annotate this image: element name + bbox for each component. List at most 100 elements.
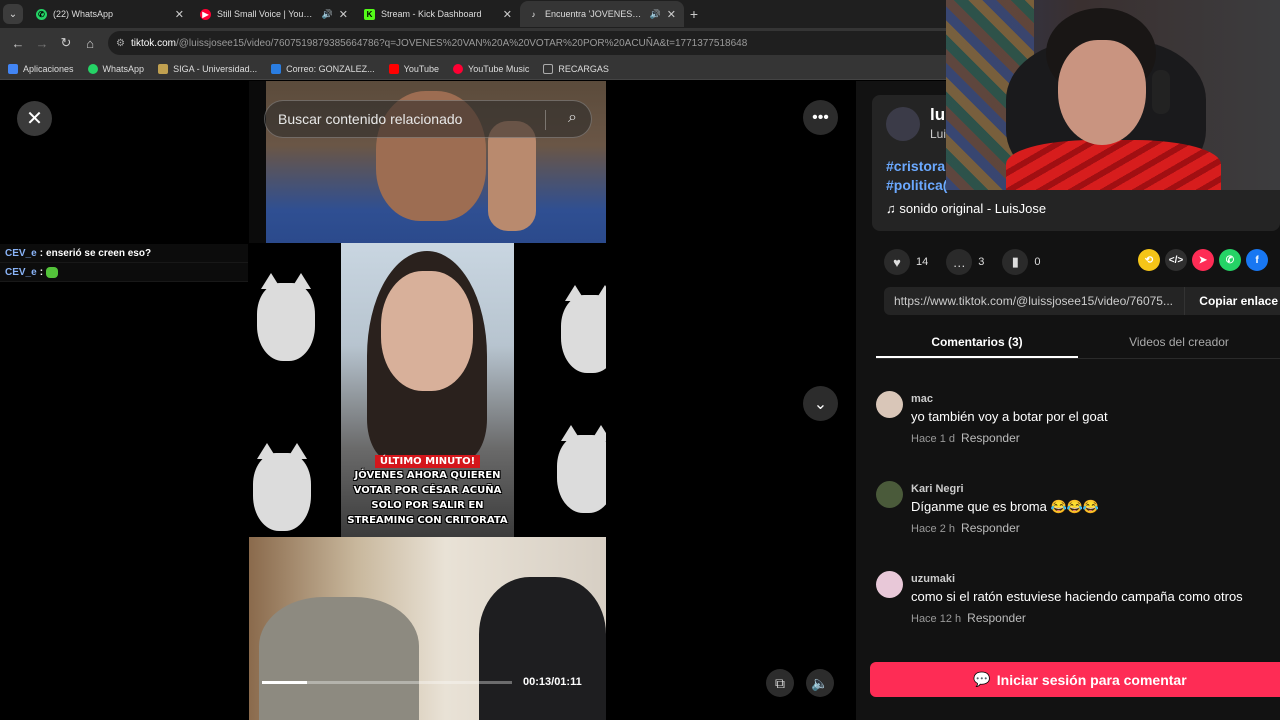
volume-icon: 🔈 [811,674,829,691]
home-icon[interactable]: ⌂ [78,31,102,55]
hashtag-link[interactable]: #politica( [886,176,947,195]
avatar[interactable] [876,571,903,598]
send-icon[interactable]: ➤ [1192,249,1214,271]
mail-icon [271,63,282,74]
bookmark-item[interactable]: RECARGAS [543,63,609,74]
facebook-icon[interactable]: f [1246,249,1268,271]
comment-username[interactable]: Kari Negri [911,483,964,495]
youtube-music-icon [453,63,464,74]
comment-username[interactable]: mac [911,393,933,405]
bookmark-label: RECARGAS [558,63,609,74]
comment-time: Hace 2 h [911,523,956,535]
floating-player-button[interactable]: ⧉ [766,669,794,697]
video-frame-bottom [249,537,606,720]
youtube-icon [388,63,399,74]
whatsapp-icon[interactable]: ✆ [1219,249,1241,271]
forward-arrow-icon[interactable]: → [30,31,54,55]
speaker-icon[interactable]: 🔊 [650,9,661,20]
creator-name[interactable]: lu [930,105,945,125]
save-count: 0 [1034,256,1041,268]
comment-text: yo también voy a botar por el goat [911,409,1108,424]
reply-button[interactable]: Responder [961,431,1020,445]
video-progress-fill [262,681,307,684]
close-tab-icon[interactable]: ✕ [503,8,512,21]
next-video-button[interactable]: ⌄ [803,386,838,421]
close-tab-icon[interactable]: ✕ [175,8,184,21]
breaking-news-tag: ÚLTIMO MINUTO! [374,455,481,468]
close-tab-icon[interactable]: ✕ [667,8,676,21]
chat-username: CEV_e [5,247,37,259]
bookmark-item[interactable]: YouTube Music [453,63,529,74]
related-search-input[interactable]: Buscar contenido relacionado ⌕ [264,100,592,138]
close-video-button[interactable]: ✕ [17,101,52,136]
login-label: Iniciar sesión para comentar [996,671,1187,688]
bookmark-item[interactable]: Aplicaciones [8,63,74,74]
volume-button[interactable]: 🔈 [806,669,834,697]
address-bar[interactable]: ⚙ tiktok.com/@luissjosee15/video/7607519… [108,31,998,55]
bookmark-item[interactable]: SIGA - Universidad... [158,63,258,74]
bookmark-label: Correo: GONZALEZ... [286,63,375,74]
apps-grid-icon [8,63,18,74]
heart-icon: ♥ [884,249,910,275]
browser-tab-active[interactable]: ♪ Encuentra 'JOVENES VAN A 🔊 ✕ [520,1,684,27]
close-icon: ✕ [26,108,43,130]
comment-item: Kari Negri Díganme que es broma 😂😂😂 Hace… [876,471,1280,561]
action-bar: ♥ 14 … 3 ▮ 0 [884,249,1059,275]
back-arrow-icon[interactable]: ← [6,31,30,55]
site-settings-icon[interactable]: ⚙ [116,38,125,49]
login-to-comment-button[interactable]: 💬 Iniciar sesión para comentar [870,662,1280,697]
hashtags: #cristora #politica( [886,157,947,195]
tab-comments[interactable]: Comentarios (3) [876,327,1078,358]
music-note-icon: ♫ [886,201,900,216]
kick-icon: K [364,8,375,20]
search-placeholder: Buscar contenido relacionado [278,111,463,127]
reply-button[interactable]: Responder [961,521,1020,535]
bookmark-item[interactable]: YouTube [388,63,439,74]
hashtag-link[interactable]: #cristora [886,157,947,176]
webcam-overlay [946,0,1280,190]
avatar[interactable] [876,481,903,508]
video-player[interactable]: ÚLTIMO MINUTO! JÓVENES AHORA QUIEREN VOT… [249,81,606,720]
avatar[interactable] [886,107,920,141]
folder-icon [543,63,554,74]
bookmark-label: Aplicaciones [23,63,74,74]
comment-username[interactable]: uzumaki [911,573,955,585]
video-progress-bar[interactable] [262,681,512,684]
comment-meta: Hace 12 h Responder [911,611,1026,625]
creator-handle: Lui [930,127,947,141]
video-link-field[interactable]: https://www.tiktok.com/@luissjosee15/vid… [884,287,1280,315]
new-tab-plus-icon[interactable]: + [684,6,704,22]
browser-tab[interactable]: K Stream - Kick Dashboard ✕ [356,1,520,27]
url-path: /@luissjosee15/video/7607519879385664786… [175,37,748,49]
browser-tab[interactable]: ✆ (22) WhatsApp ✕ [28,1,192,27]
more-options-button[interactable]: ••• [803,100,838,135]
sound-link[interactable]: ♫ sonido original - LuisJose [886,201,1046,216]
speaker-icon[interactable]: 🔊 [322,9,333,20]
tab-search-chevron-icon[interactable]: ⌄ [3,4,23,24]
avatar[interactable] [876,391,903,418]
copy-link-button[interactable]: Copiar enlace [1184,287,1280,315]
bookmark-item[interactable]: WhatsApp [87,63,144,74]
pip-icon: ⧉ [775,674,785,691]
repost-icon[interactable]: ⟲ [1138,249,1160,271]
reply-button[interactable]: Responder [967,611,1026,625]
save-button[interactable]: ▮ 0 [1002,249,1041,275]
like-button[interactable]: ♥ 14 [884,249,928,275]
bookmark-label: SIGA - Universidad... [173,63,258,74]
tab-title: Stream - Kick Dashboard [381,9,482,19]
comment-button[interactable]: … 3 [946,249,984,275]
comment-meta: Hace 2 h Responder [911,521,1020,535]
reload-icon[interactable]: ↻ [54,31,78,55]
tab-title: Encuentra 'JOVENES VAN A [545,9,644,19]
bookmark-icon: ▮ [1002,249,1029,275]
embed-icon[interactable]: </> [1165,249,1187,271]
comment-item: mac yo también voy a botar por el goat H… [876,381,1280,471]
browser-tab[interactable]: ▶ Still Small Voice | YouTube M 🔊 ✕ [192,1,356,27]
close-tab-icon[interactable]: ✕ [339,8,348,21]
comment-meta: Hace 1 d Responder [911,431,1020,445]
search-icon[interactable]: ⌕ [568,109,577,127]
bookmark-item[interactable]: Correo: GONZALEZ... [271,63,375,74]
tab-creator-videos[interactable]: Videos del creador [1078,327,1280,358]
like-count: 14 [916,256,929,268]
cat-sticker [561,285,606,373]
